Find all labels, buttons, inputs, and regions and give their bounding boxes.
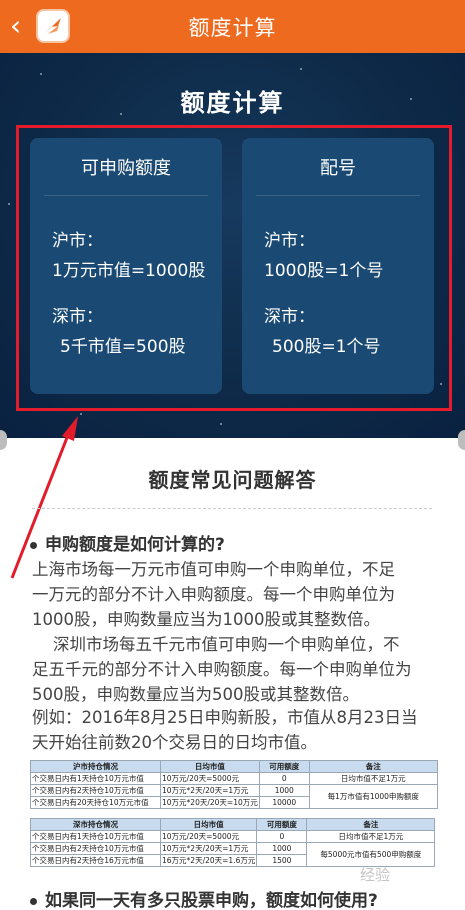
answer-line: 500股，申购数量应当为500股或其整数倍。 <box>32 685 359 704</box>
table-cell: 10万元/20天=5000元 <box>160 772 260 785</box>
example-text: 例如：2016年8月25日申购新股，市值从8月23日当 天开始往前数20个交易日… <box>32 705 417 755</box>
faq-question: 申购额度是如何计算的? <box>30 530 225 555</box>
table-row: 个交易日内有1天持仓10万元市值 10万元/20天=5000元 0 日均市值不足… <box>30 830 436 843</box>
table-cell: 10万元*20天/20天=10万元 <box>160 796 260 809</box>
faq-answer: 上海市场每一万元市值可申购一个申购单位，不足 一万元的部分不计入申购额度。每一个… <box>32 557 412 707</box>
table-row: 个交易日内有1天持仓10万元市值 10万元/20天=5000元 0 日均市值不足… <box>30 772 438 785</box>
answer-line: 上海市场每一万元市值可申购一个申购单位，不足 <box>32 560 395 579</box>
divider <box>32 508 432 509</box>
table-row: 个交易日内有2天持仓10万元市值 10万元*2天/20天=1万元 1000 每5… <box>30 842 436 867</box>
table-cell: 个交易日内有2天持仓16万元市值 <box>30 854 161 867</box>
table-cell: 个交易日内有1天持仓10万元市值 <box>30 772 161 785</box>
table-header: 沪市持仓情况 <box>30 760 161 773</box>
table-row: 个交易日内有2天持仓10万元市值 10万元*2天/20天=1万元 1000 每1… <box>30 784 438 809</box>
faq-title: 额度常见问题解答 <box>148 468 317 492</box>
table-header: 深市持仓情况 <box>30 818 161 831</box>
table-cell: 10万元*2天/20天=1万元 <box>160 784 260 797</box>
answer-line: 一万元的部分不计入申购额度。每一个申购单位为 <box>32 585 395 604</box>
sh-example-table: 沪市持仓情况 日均市值 可用额度 备注 个交易日内有1天持仓10万元市值 10万… <box>30 760 438 809</box>
sz-example-table: 深市持仓情况 日均市值 可用额度 备注 个交易日内有1天持仓10万元市值 10万… <box>30 818 436 867</box>
answer-line: 足五千元的部分不计入申购额度。每一个申购单位为 <box>32 660 412 679</box>
table-header: 可用额度 <box>256 818 308 831</box>
table-cell: 每1万市值有1000申购额度 <box>308 784 438 809</box>
table-cell: 日均市值不足1万元 <box>308 772 438 785</box>
example-line: 天开始往前数20个交易日的日均市值。 <box>32 733 317 752</box>
table-header: 可用额度 <box>258 760 310 773</box>
table-header: 备注 <box>306 818 436 831</box>
table-cell: 日均市值不足1万元 <box>306 830 436 843</box>
table-header: 备注 <box>308 760 438 773</box>
table-cell: 1500 <box>256 854 308 867</box>
table-cell: 0 <box>256 830 308 843</box>
watermark-text: 经验 <box>360 866 391 884</box>
table-cell: 10万元*2天/20天=1万元 <box>159 842 258 855</box>
table-header-row: 沪市持仓情况 日均市值 可用额度 备注 <box>30 760 438 773</box>
table-header-row: 深市持仓情况 日均市值 可用额度 备注 <box>30 818 436 831</box>
table-cell: 个交易日内有20天持仓10万元市值 <box>30 796 161 809</box>
question-text: 申购额度是如何计算的? <box>45 535 225 555</box>
table-cell: 个交易日内有2天持仓10万元市值 <box>30 784 161 797</box>
bullet-icon <box>30 541 37 549</box>
example-line: 例如：2016年8月25日申购新股，市值从8月23日当 <box>32 708 418 727</box>
table-cell: 个交易日内有1天持仓10万元市值 <box>30 830 161 843</box>
table-cell: 0 <box>258 772 310 785</box>
question-text: 如果同一天有多只股票申购，额度如何使用? <box>45 891 378 910</box>
table-cell: 16万元*2天/20天=1.6万元 <box>159 854 258 867</box>
answer-line: 深圳市场每五千元市值可申购一个申购单位，不 <box>32 635 400 654</box>
table-cell: 个交易日内有2天持仓10万元市值 <box>30 842 161 855</box>
table-header: 日均市值 <box>159 818 258 831</box>
table-cell: 10000 <box>258 796 310 809</box>
table-cell: 1000 <box>256 842 308 855</box>
table-cell: 1000 <box>258 784 310 797</box>
table-header: 日均市值 <box>160 760 260 773</box>
answer-line: 1000股，申购数量应当为1000股或其整数倍。 <box>32 610 380 629</box>
table-cell: 10万元/20天=5000元 <box>159 830 258 843</box>
table-cell: 每5000元市值有500申购额度 <box>306 842 436 867</box>
bullet-icon <box>30 897 37 905</box>
faq-question: 如果同一天有多只股票申购，额度如何使用? <box>30 886 378 910</box>
